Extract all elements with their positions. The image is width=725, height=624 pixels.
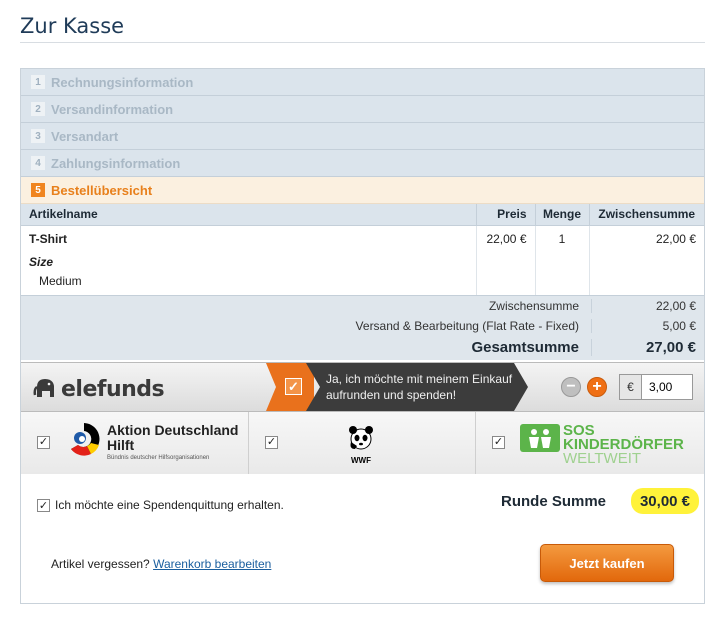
step-number: 4 bbox=[31, 156, 45, 170]
receiver-sos-kinderdoerfer[interactable]: ✓ SOS KINDERDÖRFER WELTWEIT bbox=[476, 412, 704, 474]
title-divider bbox=[20, 42, 705, 43]
step-billing[interactable]: 1 Rechnungsinformation bbox=[21, 69, 704, 96]
step-label: Versandinformation bbox=[51, 101, 174, 117]
step-shipping-method[interactable]: 3 Versandart bbox=[21, 123, 704, 150]
elefunds-optin[interactable]: ✓ Ja, ich möchte mit meinem Einkauf aufr… bbox=[266, 363, 528, 411]
step-label: Zahlungsinformation bbox=[51, 155, 181, 171]
forgot-text: Artikel vergessen? bbox=[51, 557, 150, 571]
elefunds-bar: elefunds ✓ Ja, ich möchte mit meinem Ein… bbox=[21, 362, 704, 412]
receipt-label: Ich möchte eine Spendenquittung erhalten… bbox=[55, 498, 284, 512]
aktion-deutschland-hilft-logo: Aktion Deutschland Hilft Bündnis deutsch… bbox=[67, 421, 248, 462]
forgot-items: Artikel vergessen? Warenkorb bearbeiten bbox=[51, 557, 271, 571]
checkout-panel: 1 Rechnungsinformation 2 Versandinformat… bbox=[20, 68, 705, 604]
item-subtotal: 22,00 € bbox=[655, 231, 696, 246]
currency-label: € bbox=[619, 374, 641, 400]
grand-total-row: Gesamtsumme 27,00 € bbox=[21, 339, 704, 356]
item-name-cell: T-Shirt Size Medium bbox=[21, 225, 477, 295]
shipping-row: Versand & Bearbeitung (Flat Rate - Fixed… bbox=[21, 319, 704, 333]
plus-icon[interactable]: + bbox=[587, 377, 607, 397]
table-row: T-Shirt Size Medium 22,00 € 1 22,00 € bbox=[21, 225, 704, 295]
step-number: 5 bbox=[31, 183, 45, 197]
step-payment[interactable]: 4 Zahlungsinformation bbox=[21, 150, 704, 177]
subtotal-value: 22,00 € bbox=[591, 299, 704, 313]
sos-kinderdoerfer-logo: SOS KINDERDÖRFER WELTWEIT bbox=[520, 423, 684, 467]
receiver-title: WWF bbox=[351, 456, 371, 465]
step-label: Rechnungsinformation bbox=[51, 74, 194, 90]
product-name: T-Shirt bbox=[29, 231, 67, 246]
receiver-checkbox[interactable]: ✓ bbox=[37, 436, 50, 449]
elefunds-logo: elefunds bbox=[33, 375, 165, 404]
order-table: Artikelname Preis Menge Zwischensumme T-… bbox=[21, 204, 704, 295]
column-header-subtotal: Zwischensumme bbox=[589, 204, 704, 226]
option-label: Size bbox=[29, 254, 54, 269]
donation-receipt-option[interactable]: ✓ Ich möchte eine Spendenquittung erhalt… bbox=[37, 498, 284, 512]
grand-total-value: 27,00 € bbox=[591, 339, 704, 356]
option-value: Medium bbox=[39, 273, 82, 288]
optin-text: Ja, ich möchte mit meinem Einkauf aufrun… bbox=[326, 372, 513, 402]
edit-cart-link[interactable]: Warenkorb bearbeiten bbox=[153, 557, 271, 571]
receiver-wwf[interactable]: ✓ WWF bbox=[249, 412, 476, 474]
subtotal-label: Zwischensumme bbox=[488, 299, 579, 313]
donation-receivers: ✓ Aktion Deutschland Hilft Bündnis deuts… bbox=[21, 412, 704, 474]
checkbox-check-icon[interactable]: ✓ bbox=[285, 378, 302, 395]
receiver-title-line3: WELTWEIT bbox=[563, 450, 642, 467]
column-header-price: Preis bbox=[476, 204, 536, 226]
item-price: 22,00 € bbox=[476, 225, 536, 295]
donation-amount-input[interactable] bbox=[641, 374, 693, 400]
subtotal-row: Zwischensumme 22,00 € bbox=[21, 299, 704, 313]
receiver-subtitle: Bündnis deutscher Hilfsorganisationen bbox=[107, 454, 210, 461]
item-qty: 1 bbox=[535, 225, 590, 295]
receipt-checkbox[interactable]: ✓ bbox=[37, 498, 50, 512]
page-title: Zur Kasse bbox=[20, 14, 125, 38]
shipping-value: 5,00 € bbox=[591, 319, 704, 333]
step-label: Versandart bbox=[51, 128, 119, 144]
totals-section: Zwischensumme 22,00 € Versand & Bearbeit… bbox=[21, 295, 704, 360]
panda-icon bbox=[347, 426, 375, 454]
elephant-icon bbox=[33, 375, 59, 404]
round-sum-value: 30,00 € bbox=[631, 488, 699, 514]
column-header-qty: Menge bbox=[535, 204, 590, 226]
step-label: Bestellübersicht bbox=[51, 182, 153, 198]
column-header-name: Artikelname bbox=[21, 204, 477, 226]
step-number: 1 bbox=[31, 75, 45, 89]
step-number: 3 bbox=[31, 129, 45, 143]
shipping-label: Versand & Bearbeitung (Flat Rate - Fixed… bbox=[355, 319, 579, 333]
step-order-review: 5 Bestellübersicht bbox=[21, 177, 704, 204]
grand-total-label: Gesamtsumme bbox=[471, 339, 579, 356]
elefunds-wordmark: elefunds bbox=[61, 377, 165, 402]
aktion-emblem-icon bbox=[67, 421, 101, 462]
receiver-aktion-deutschland-hilft[interactable]: ✓ Aktion Deutschland Hilft Bündnis deuts… bbox=[21, 412, 249, 474]
wwf-logo: WWF bbox=[347, 424, 375, 465]
round-sum-label: Runde Summe bbox=[501, 493, 607, 510]
children-icon bbox=[520, 424, 560, 452]
receiver-checkbox[interactable]: ✓ bbox=[492, 436, 505, 449]
buy-now-button[interactable]: Jetzt kaufen bbox=[540, 544, 674, 582]
table-header-row: Artikelname Preis Menge Zwischensumme bbox=[21, 204, 704, 226]
minus-icon[interactable]: − bbox=[561, 377, 581, 397]
step-number: 2 bbox=[31, 102, 45, 116]
receiver-checkbox[interactable]: ✓ bbox=[265, 436, 278, 449]
step-shipping-info[interactable]: 2 Versandinformation bbox=[21, 96, 704, 123]
receiver-title: Aktion Deutschland Hilft bbox=[107, 421, 239, 453]
